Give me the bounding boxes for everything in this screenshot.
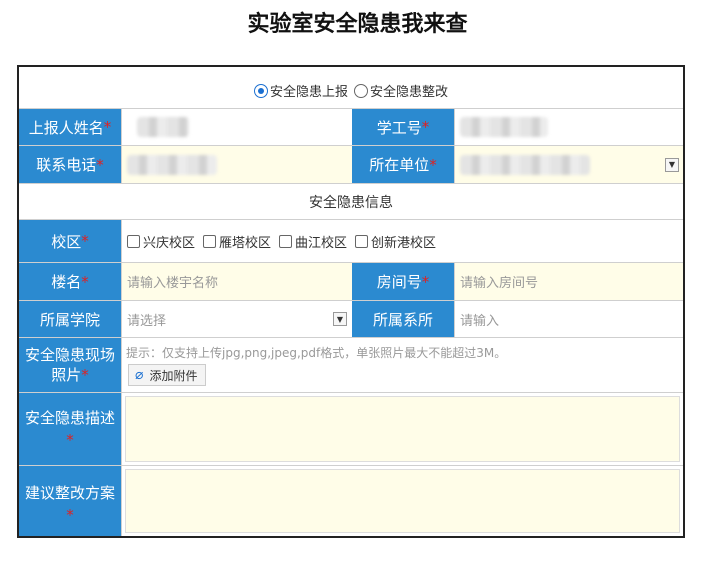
department-label: 所属系所	[352, 301, 455, 337]
campus-checkbox-xingqing[interactable]: 兴庆校区	[127, 232, 195, 251]
student-id-label: 学工号 *	[352, 109, 455, 145]
radio-report-indicator[interactable]	[253, 83, 268, 98]
campus-checkbox-yanta[interactable]: 雁塔校区	[203, 232, 271, 251]
description-textarea[interactable]	[125, 396, 680, 462]
description-label: 安全隐患描述 *	[19, 393, 122, 465]
reporter-name-field[interactable]	[122, 109, 352, 145]
redacted-unit	[460, 154, 590, 175]
checkbox-box[interactable]	[355, 235, 369, 248]
radio-report[interactable]: 安全隐患上报	[253, 81, 348, 100]
redacted-id	[460, 117, 548, 137]
reporter-row: 上报人姓名 * 学工号 *	[19, 109, 683, 146]
college-select[interactable]: 请选择 ▼	[122, 301, 352, 337]
unit-select[interactable]: ▼	[455, 146, 683, 183]
hazard-report-form: 安全隐患上报 安全隐患整改 上报人姓名 * 学工号 * 联系电话 * 所在单位 …	[17, 65, 685, 538]
building-label: 楼名 *	[19, 263, 122, 300]
radio-rectify-indicator[interactable]	[354, 83, 368, 98]
checkbox-box[interactable]	[279, 235, 293, 248]
upload-hint: 提示：仅支持上传jpg,png,jpeg,pdf格式，单张照片最大不能超过3M。	[126, 346, 507, 360]
chevron-down-icon[interactable]: ▼	[333, 312, 347, 326]
chevron-down-icon[interactable]: ▼	[665, 157, 679, 172]
photo-upload-area: 提示：仅支持上传jpg,png,jpeg,pdf格式，单张照片最大不能超过3M。…	[122, 338, 683, 392]
room-input[interactable]: 请输入房间号	[455, 263, 683, 300]
section-header-row: 安全隐患信息	[19, 184, 683, 220]
campus-label: 校区 *	[19, 220, 122, 262]
building-input[interactable]: 请输入楼宇名称	[122, 263, 352, 300]
section-info-title: 安全隐患信息	[309, 194, 393, 211]
radio-rectify[interactable]: 安全隐患整改	[354, 81, 448, 100]
suggestion-textarea[interactable]	[125, 469, 680, 533]
student-id-field[interactable]	[455, 109, 683, 145]
photo-label: 安全隐患现场照片*	[19, 338, 122, 392]
checkbox-box[interactable]	[127, 235, 140, 248]
unit-label: 所在单位 *	[352, 146, 455, 183]
reporter-name-label: 上报人姓名 *	[19, 109, 122, 145]
affiliation-row: 所属学院 请选择 ▼ 所属系所 请输入	[19, 301, 683, 338]
department-input[interactable]: 请输入	[455, 301, 683, 337]
phone-field[interactable]	[122, 146, 352, 183]
campus-checkbox-innovation-port[interactable]: 创新港校区	[355, 232, 436, 251]
campus-options: 兴庆校区 雁塔校区 曲江校区 创新港校区	[122, 220, 683, 262]
location-row: 楼名 * 请输入楼宇名称 房间号 * 请输入房间号	[19, 263, 683, 301]
room-label: 房间号 *	[352, 263, 455, 300]
phone-label: 联系电话 *	[19, 146, 122, 183]
description-row: 安全隐患描述 *	[19, 393, 683, 466]
page-title: 实验室安全隐患我来查	[247, 12, 468, 37]
contact-row: 联系电话 * 所在单位 * ▼	[19, 146, 683, 184]
report-type-row: 安全隐患上报 安全隐患整改	[19, 67, 683, 109]
redacted-name	[137, 117, 189, 137]
college-label: 所属学院	[19, 301, 122, 337]
suggestion-row: 建议整改方案 *	[19, 466, 683, 536]
campus-checkbox-qujiang[interactable]: 曲江校区	[279, 232, 347, 251]
add-attachment-button[interactable]: ⌀ 添加附件	[128, 364, 207, 386]
photo-row: 安全隐患现场照片* 提示：仅支持上传jpg,png,jpeg,pdf格式，单张照…	[19, 338, 683, 393]
campus-row: 校区 * 兴庆校区 雁塔校区 曲江校区 创新港校区	[19, 220, 683, 263]
suggestion-label: 建议整改方案 *	[19, 466, 122, 536]
checkbox-box[interactable]	[203, 235, 217, 248]
redacted-phone	[127, 154, 217, 175]
paperclip-icon: ⌀	[135, 367, 144, 383]
